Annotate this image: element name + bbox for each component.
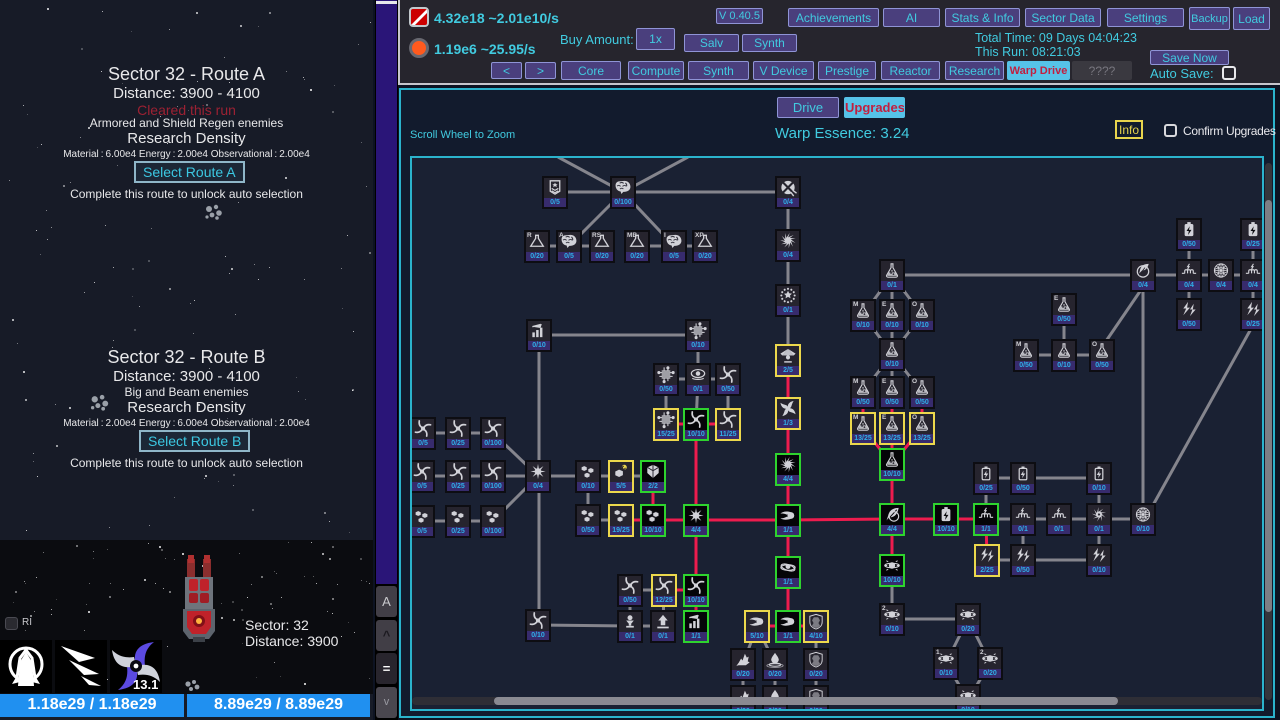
svg-text:13.1: 13.1 bbox=[133, 677, 158, 692]
